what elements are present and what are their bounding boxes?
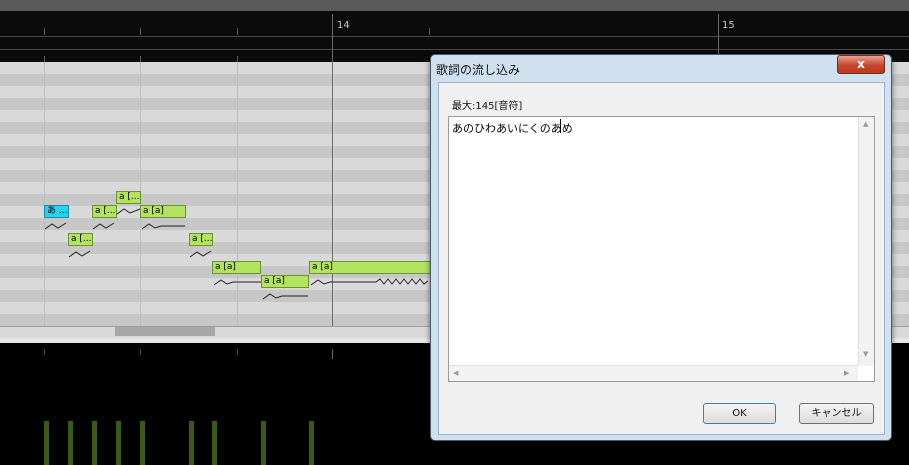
text-caret: [560, 119, 561, 133]
beat-gridline: [237, 62, 238, 326]
measure-gridline: [332, 62, 333, 326]
scroll-up-icon[interactable]: ▲: [863, 120, 868, 128]
textarea-horizontal-scrollbar[interactable]: ◀ ▶: [449, 365, 858, 381]
pitch-curve: [141, 223, 185, 230]
note[interactable]: a [...: [116, 191, 141, 204]
measure-number: 14: [337, 20, 350, 31]
beat-tick: [44, 28, 45, 35]
ruler-divider: [0, 49, 909, 50]
beat-tick: [429, 28, 430, 35]
velocity-bar[interactable]: [189, 421, 194, 465]
velocity-bar[interactable]: [212, 421, 217, 465]
measure-line: [332, 14, 333, 62]
vibrato-curve: [310, 278, 429, 286]
measure-tick: [332, 349, 333, 359]
pitch-curve: [44, 222, 67, 230]
beat-tick: [140, 349, 141, 355]
textarea-vertical-scrollbar[interactable]: ▲ ▼: [858, 117, 874, 366]
pitch-curve: [189, 250, 212, 258]
pitch-curve: [213, 279, 261, 286]
dialog-title: 歌詞の流し込み: [436, 63, 521, 77]
beat-tick: [140, 28, 141, 35]
pitch-curve: [92, 222, 115, 230]
roll-scroll-thumb[interactable]: [115, 327, 215, 336]
velocity-bar[interactable]: [68, 421, 73, 465]
scroll-down-icon[interactable]: ▼: [863, 350, 868, 358]
note[interactable]: a [...: [92, 205, 117, 218]
note[interactable]: a [a]: [212, 261, 261, 274]
velocity-bar[interactable]: [309, 421, 314, 465]
pitch-curve: [68, 250, 91, 258]
ruler-top-stripe: [0, 0, 909, 11]
close-button[interactable]: x: [837, 55, 885, 74]
beat-tick: [237, 28, 238, 35]
measure-number: 15: [722, 20, 735, 31]
cancel-button[interactable]: キャンセル: [799, 403, 874, 424]
velocity-bar[interactable]: [92, 421, 97, 465]
note[interactable]: a [a]: [309, 261, 439, 274]
note[interactable]: a [a]: [140, 205, 186, 218]
note-selected[interactable]: あ ...: [44, 205, 69, 218]
velocity-bar[interactable]: [44, 421, 49, 465]
scroll-left-icon[interactable]: ◀: [453, 369, 458, 377]
velocity-bar[interactable]: [261, 421, 266, 465]
ruler-divider: [0, 36, 909, 37]
max-notes-label: 最大:145[音符]: [452, 101, 523, 112]
note[interactable]: a [...: [189, 233, 213, 246]
beat-tick: [44, 349, 45, 355]
velocity-bar[interactable]: [140, 421, 145, 465]
pitch-curve: [262, 293, 308, 300]
lyrics-text: あのひわあいにくのあめ: [452, 122, 573, 135]
lyrics-textarea[interactable]: [448, 116, 875, 382]
beat-gridline: [44, 62, 45, 326]
note[interactable]: a [...: [68, 233, 93, 246]
beat-tick: [237, 349, 238, 355]
note[interactable]: a [a]: [261, 275, 309, 288]
scroll-right-icon[interactable]: ▶: [844, 369, 849, 377]
ok-button[interactable]: OK: [703, 403, 776, 424]
velocity-bar[interactable]: [116, 421, 121, 465]
pitch-curve: [116, 208, 141, 215]
measure-ruler[interactable]: 14 15: [0, 0, 909, 62]
